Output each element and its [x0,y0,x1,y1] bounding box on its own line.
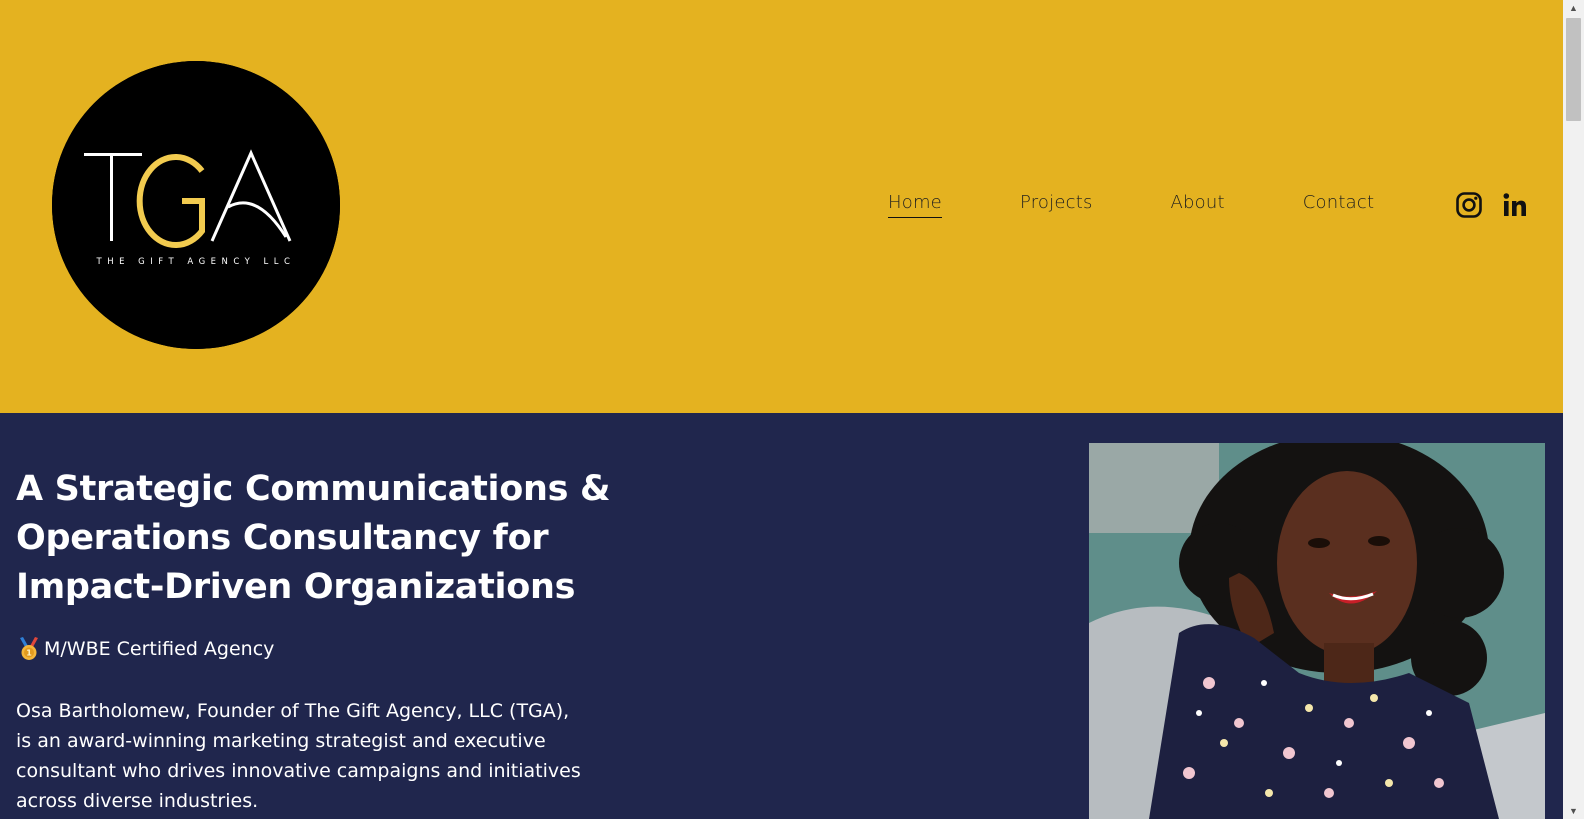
certification-badge: 1 M/WBE Certified Agency [18,637,274,661]
site-header: THE GIFT AGENCY LLC Home Projects About … [0,0,1563,413]
badge-text: M/WBE Certified Agency [44,638,275,660]
scroll-down-arrow-icon[interactable]: ▼ [1563,803,1584,819]
medal-icon: 1 [18,637,40,661]
hero-title: A Strategic Communications & Operations … [16,469,611,607]
nav-about[interactable]: About [1171,192,1225,217]
scroll-thumb[interactable] [1566,18,1581,121]
nav-contact[interactable]: Contact [1303,192,1374,217]
logo-tagline: THE GIFT AGENCY LLC [96,257,296,267]
svg-text:1: 1 [26,649,32,658]
nav-home[interactable]: Home [888,192,942,218]
linkedin-icon[interactable] [1501,191,1529,219]
main-nav: Home Projects About Contact [888,192,1452,224]
scroll-up-arrow-icon[interactable]: ▲ [1563,0,1584,16]
instagram-icon[interactable] [1455,191,1483,219]
page-scrollbar[interactable]: ▲ ▼ [1563,0,1584,819]
nav-projects[interactable]: Projects [1020,192,1093,217]
founder-portrait [1089,443,1545,819]
tga-logo-graphic: THE GIFT AGENCY LLC [52,61,340,349]
social-links [1455,191,1529,219]
tga-logo[interactable]: THE GIFT AGENCY LLC [52,61,340,349]
founder-bio: Osa Bartholomew, Founder of The Gift Age… [16,700,581,812]
